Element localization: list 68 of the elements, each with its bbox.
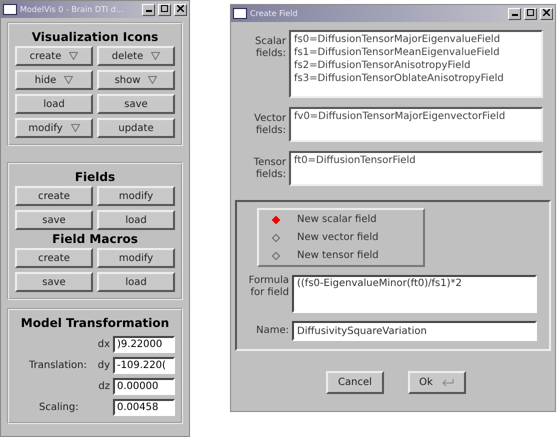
icon-action-button[interactable]: load (15, 94, 93, 114)
close-icon (177, 5, 184, 12)
dz-field[interactable]: 0.00000 (113, 378, 175, 395)
maximize-button[interactable] (524, 8, 537, 20)
section-title: Fields (74, 169, 116, 186)
menu-button[interactable]: modify (15, 118, 93, 138)
list-item[interactable]: ft0=DiffusionTensorField (294, 154, 538, 167)
translation-label: Translation: (28, 360, 87, 371)
icon-action-button[interactable]: save (97, 94, 175, 114)
field-button[interactable]: create (15, 186, 93, 206)
axis-label: dx (98, 339, 110, 350)
field-list[interactable]: fv0=DiffusionTensorMajorEigenvectorField (289, 107, 543, 142)
cancel-button[interactable]: Cancel (326, 371, 384, 394)
maximize-button[interactable] (158, 4, 171, 16)
field-list[interactable]: ft0=DiffusionTensorField (289, 151, 543, 186)
macro-button[interactable]: create (15, 248, 93, 268)
scaling-field[interactable]: 0.00458 (113, 399, 175, 416)
minimize-button[interactable] (508, 8, 521, 20)
field-list[interactable]: fs0=DiffusionTensorMajorEigenvalueField fs1=DiffusionTensorMeanEigenvalueField fs2=DiffusionTensorAnisotropyField fs3=DiffusionTensorOblateAnisotropyField (289, 30, 543, 98)
enter-key-icon (440, 378, 455, 387)
dx-field[interactable]: )9.22000 (113, 336, 175, 353)
macro-button[interactable]: modify (97, 248, 175, 268)
close-button[interactable] (540, 8, 553, 20)
window-title: Create Field (250, 9, 299, 18)
window-icon (3, 4, 17, 15)
field-button[interactable]: modify (97, 186, 175, 206)
field-button[interactable]: load (97, 210, 175, 230)
axis-label: dz (98, 381, 110, 392)
formula-field[interactable]: ((fs0-EigenvalueMinor(ft0)/fs1)*2 (292, 275, 537, 313)
list-item[interactable]: fs2=DiffusionTensorAnisotropyField (294, 59, 538, 72)
close-button[interactable] (174, 4, 187, 16)
list-label: Scalar fields: (254, 35, 286, 60)
section-title: Visualization Icons (30, 29, 160, 46)
close-icon (543, 9, 550, 16)
formula-label: Formula for field (248, 275, 289, 299)
radio-button[interactable] (272, 215, 280, 224)
menu-button[interactable]: hide (15, 70, 93, 90)
list-label: Vector fields: (253, 112, 286, 137)
menu-button[interactable]: delete (97, 46, 175, 66)
ok-button[interactable]: Ok (408, 371, 466, 394)
radio-button[interactable] (272, 233, 280, 242)
axis-label: dy (98, 360, 110, 371)
radio-button[interactable] (272, 251, 280, 260)
menu-button[interactable]: show (97, 70, 175, 90)
icon-action-button[interactable]: update (97, 118, 175, 138)
list-item[interactable]: fs0=DiffusionTensorMajorEigenvalueField (294, 33, 538, 46)
maximize-icon (161, 5, 168, 12)
maximize-icon (527, 9, 534, 16)
list-label: Tensor fields: (252, 156, 286, 181)
list-item[interactable]: fv0=DiffusionTensorMajorEigenvectorField (294, 110, 538, 123)
menu-button[interactable]: create (15, 46, 93, 66)
macro-button[interactable]: load (97, 272, 175, 292)
window-icon (233, 8, 247, 19)
macro-button[interactable]: save (15, 272, 93, 292)
section-title: Field Macros (51, 231, 139, 248)
field-button[interactable]: save (15, 210, 93, 230)
scaling-label: Scaling: (38, 402, 79, 413)
radio-label: New tensor field (297, 250, 379, 261)
minimize-button[interactable] (142, 4, 155, 16)
name-label: Name: (255, 325, 289, 337)
list-item[interactable]: fs3=DiffusionTensorOblateAnisotropyField (294, 72, 538, 85)
section-title: Model Transformation (20, 315, 170, 332)
name-field[interactable]: DiffusivitySquareVariation (292, 321, 537, 341)
radio-label: New vector field (297, 232, 378, 243)
list-item[interactable]: fs1=DiffusionTensorMeanEigenvalueField (294, 46, 538, 59)
radio-label: New scalar field (297, 214, 377, 225)
window-title: ModelVis 0 - Brain DTI d... (20, 5, 124, 14)
dy-field[interactable]: -109.220( (113, 357, 175, 374)
